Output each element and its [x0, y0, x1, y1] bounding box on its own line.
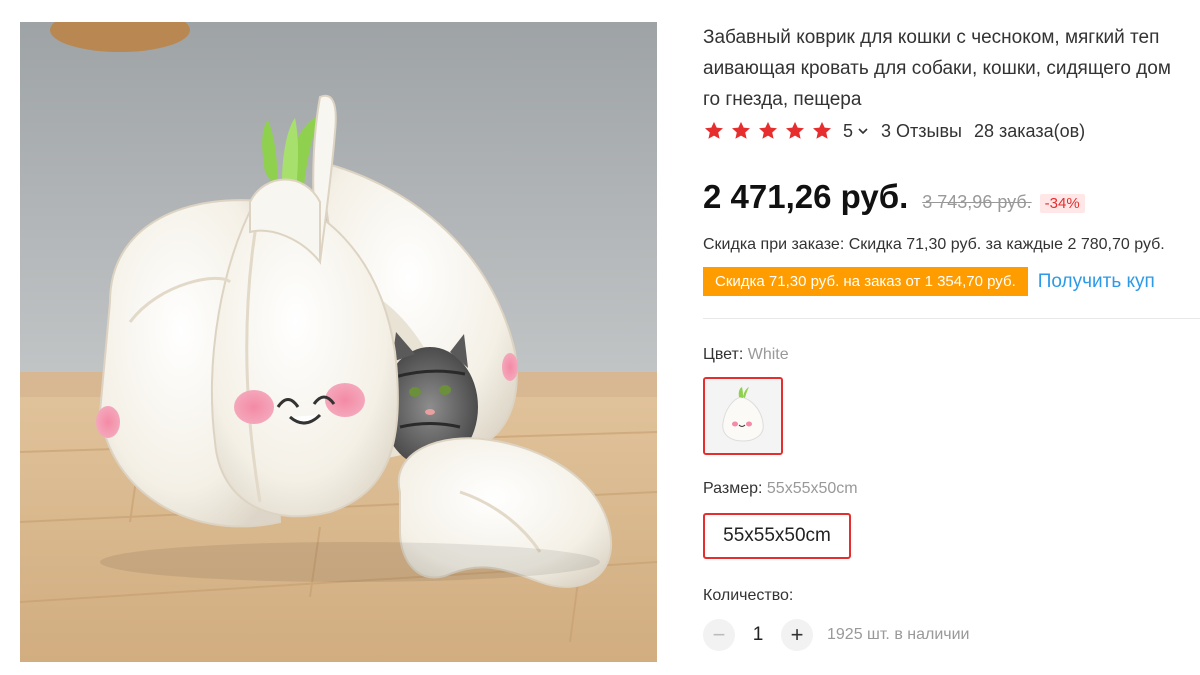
rating-stars: [703, 120, 833, 142]
quantity-stepper: − 1 + 1925 шт. в наличии: [703, 619, 969, 651]
color-value: White: [747, 346, 789, 363]
current-price: 2 471,26 руб.: [703, 178, 909, 215]
garlic-cat-bed-illustration: [20, 22, 657, 662]
quantity-label: Количество:: [703, 587, 794, 604]
star-icon: [813, 121, 831, 139]
product-title: Забавный коврик для кошки с чесноком, мя…: [703, 22, 1200, 115]
order-discount-text: Скидка при заказе: Скидка 71,30 руб. за …: [703, 236, 1165, 253]
quantity-increase-button[interactable]: +: [781, 619, 813, 651]
product-title-line: аивающая кровать для собаки, кошки, сидя…: [703, 58, 1171, 79]
rating-score[interactable]: 5: [843, 121, 853, 142]
color-swatch-white[interactable]: [703, 377, 783, 455]
color-label-line: Цвет: White: [703, 346, 789, 364]
star-icon: [786, 121, 804, 139]
coupon-row: Скидка 71,30 руб. на заказ от 1 354,70 р…: [703, 267, 1155, 296]
discount-badge: -34%: [1039, 194, 1085, 213]
size-label-line: Размер: 55x55x50cm: [703, 480, 858, 498]
divider: [703, 318, 1200, 319]
quantity-decrease-button[interactable]: −: [703, 619, 735, 651]
chevron-down-icon[interactable]: [857, 125, 869, 137]
get-coupon-link[interactable]: Получить куп: [1038, 271, 1155, 293]
color-label: Цвет:: [703, 346, 744, 363]
product-title-line: го гнезда, пещера: [703, 89, 862, 110]
price-row: 2 471,26 руб. 3 743,96 руб. -34%: [703, 178, 1085, 216]
product-image[interactable]: [20, 22, 657, 662]
old-price: 3 743,96 руб.: [922, 192, 1032, 212]
rating-row: 5 3 Отзывы 28 заказа(ов): [703, 120, 1085, 142]
orders-count: 28 заказа(ов): [973, 120, 1086, 141]
star-icon: [705, 121, 723, 139]
stock-info: 1925 шт. в наличии: [827, 626, 970, 643]
coupon-tag: Скидка 71,30 руб. на заказ от 1 354,70 р…: [703, 267, 1028, 296]
quantity-value[interactable]: 1: [735, 624, 781, 646]
product-info-panel: Забавный коврик для кошки с чесноком, мя…: [703, 22, 1200, 675]
star-icon: [759, 121, 777, 139]
size-label: Размер:: [703, 480, 763, 497]
reviews-link[interactable]: 3 Отзывы: [881, 121, 962, 142]
color-swatch-thumbnail: [705, 379, 781, 453]
size-value: 55x55x50cm: [766, 480, 858, 497]
star-icon: [732, 121, 750, 139]
size-option-55x55x50[interactable]: 55x55x50cm: [703, 513, 851, 559]
product-title-line: Забавный коврик для кошки с чесноком, мя…: [703, 27, 1160, 48]
